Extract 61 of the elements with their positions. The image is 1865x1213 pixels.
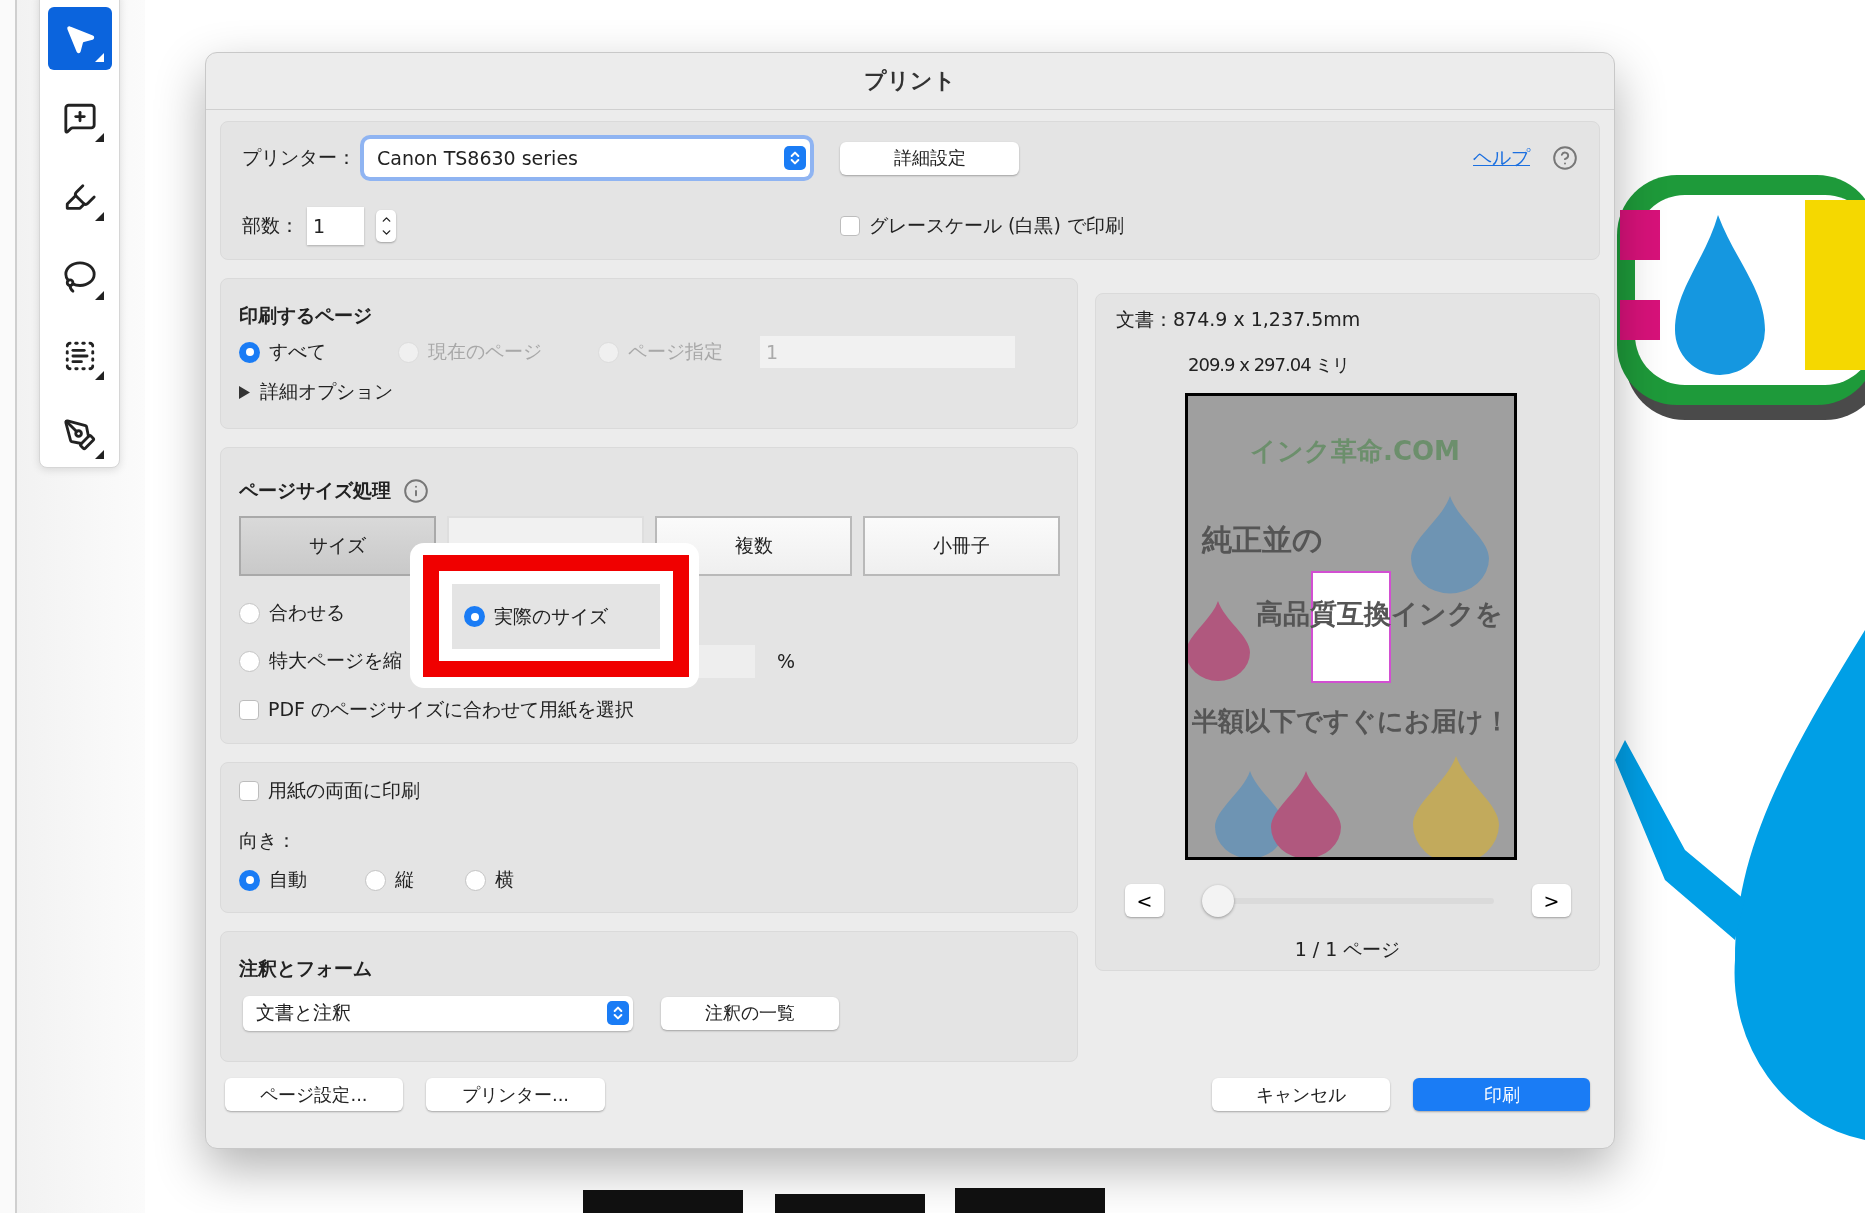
percent-label: % [777,650,797,672]
previous-page-button[interactable]: < [1125,884,1164,917]
cancel-button[interactable]: キャンセル [1212,1078,1390,1111]
checkbox-label: グレースケール (白黒) で印刷 [869,213,1124,238]
preview-text: 半額以下ですぐにお届け！ [1192,705,1510,738]
checkbox[interactable] [239,700,259,720]
document-size-text: 文書：874.9 x 1,237.5mm [1116,307,1362,332]
updown-icon [784,146,806,170]
pen-nib-icon [62,418,97,453]
loop-icon [62,259,97,294]
radio-button[interactable] [465,869,486,891]
section-heading: 注釈とフォーム [239,956,372,981]
radio-button[interactable] [239,650,260,672]
copies-label: 部数： [242,213,299,238]
radio-label: すべて [269,339,326,364]
tab[interactable]: 小冊子 [863,516,1060,576]
checkbox[interactable] [239,781,259,801]
radio-label: 現在のページ [428,339,542,364]
radio-label: 自動 [269,867,307,892]
slider-thumb[interactable] [1202,884,1234,917]
annotation-summary-button[interactable]: 注釈の一覧 [661,996,839,1030]
radio-label: 実際のサイズ [494,603,608,629]
checkbox[interactable] [840,216,860,236]
tab[interactable]: サイズ [239,516,436,576]
scale-field[interactable] [697,644,755,678]
section-heading: 印刷するページ [239,303,372,328]
help-link[interactable]: ヘルプ [1473,145,1530,171]
info-icon[interactable] [403,478,429,504]
paper-size-text: 209.9 x 297.04 ミリ [1188,353,1351,377]
radio-label: 合わせる [269,600,345,625]
checkbox-label: PDF のページサイズに合わせて用紙を選択 [268,697,635,722]
more-options-label[interactable]: 詳細オプション [260,379,393,405]
disclosure-triangle-icon[interactable] [239,385,250,399]
radio-label: 横 [495,867,514,892]
print-button[interactable]: 印刷 [1413,1078,1590,1111]
properties-button[interactable]: 詳細設定 [840,141,1019,175]
annotations-select[interactable]: 文書と注釈 [243,995,633,1031]
dialog-title: プリント [864,67,956,95]
page-slider-track[interactable] [1202,884,1494,917]
comment-plus-icon [62,101,97,135]
next-page-button[interactable]: > [1532,884,1571,917]
radio-label: 特大ページを縮 [269,648,402,673]
updown-icon [607,1001,629,1025]
section-heading: ページサイズ処理 [239,478,391,503]
radio-button[interactable] [239,869,260,891]
radio-button[interactable] [239,341,260,363]
radio-label: 縦 [395,867,414,892]
radio-button[interactable] [239,602,260,624]
copies-field[interactable]: 1 [307,207,364,245]
radio-button[interactable] [464,606,485,627]
page-count-text: 1 / 1 ページ [1294,937,1401,962]
orientation-label: 向き： [239,828,296,853]
checkbox-label: 用紙の両面に印刷 [268,778,420,803]
help-icon[interactable] [1552,145,1578,171]
printer-button[interactable]: プリンター... [426,1078,605,1111]
stepper-icon[interactable] [376,210,396,242]
preview-text: 純正並の [1202,521,1323,559]
radio-button[interactable] [365,869,386,891]
radio-label: ページ指定 [628,339,723,364]
page-setup-button[interactable]: ページ設定... [225,1078,403,1111]
printer-label: プリンター： [242,145,356,170]
